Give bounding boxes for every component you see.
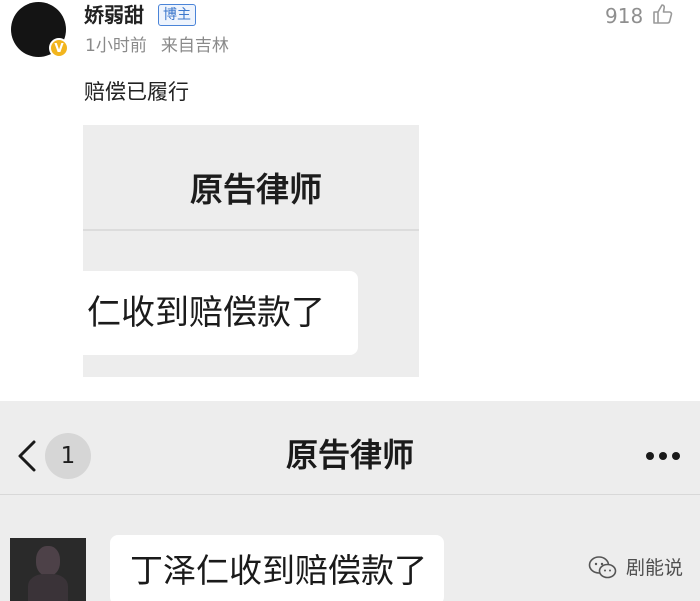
- contact-avatar[interactable]: [10, 538, 86, 601]
- blurred-face: [36, 546, 60, 576]
- username[interactable]: 娇弱甜: [84, 1, 144, 29]
- message-text: 丁泽仁收到赔偿款了: [130, 551, 427, 590]
- more-icon[interactable]: [645, 451, 681, 461]
- watermark-text: 剧能说: [626, 557, 684, 579]
- embedded-screenshot-2[interactable]: 1 原告律师 丁泽仁收到赔偿款了 剧能说: [0, 401, 700, 601]
- verified-badge: V: [49, 38, 69, 58]
- blurred-body: [28, 574, 68, 601]
- divider: [0, 494, 700, 495]
- chat-title: 原告律师: [285, 436, 414, 474]
- embedded-screenshot-1[interactable]: 原告律师 仁收到赔偿款了: [83, 125, 419, 377]
- like-count: 918: [605, 4, 644, 28]
- post-text: 赔偿已履行: [84, 80, 189, 104]
- blogger-tag: 博主: [158, 4, 196, 26]
- thumbs-up-icon[interactable]: [651, 2, 675, 26]
- wechat-channel-icon: [588, 556, 617, 579]
- chat-title: 原告律师: [190, 170, 322, 209]
- divider: [83, 229, 419, 231]
- message-text: 仁收到赔偿款了: [87, 293, 325, 333]
- post-time: 1小时前: [85, 36, 147, 56]
- post-location: 来自吉林: [160, 36, 229, 56]
- message-bubble: 丁泽仁收到赔偿款了: [110, 535, 444, 601]
- post-meta: 1小时前 来自吉林: [85, 35, 229, 57]
- message-bubble: 仁收到赔偿款了: [83, 271, 358, 355]
